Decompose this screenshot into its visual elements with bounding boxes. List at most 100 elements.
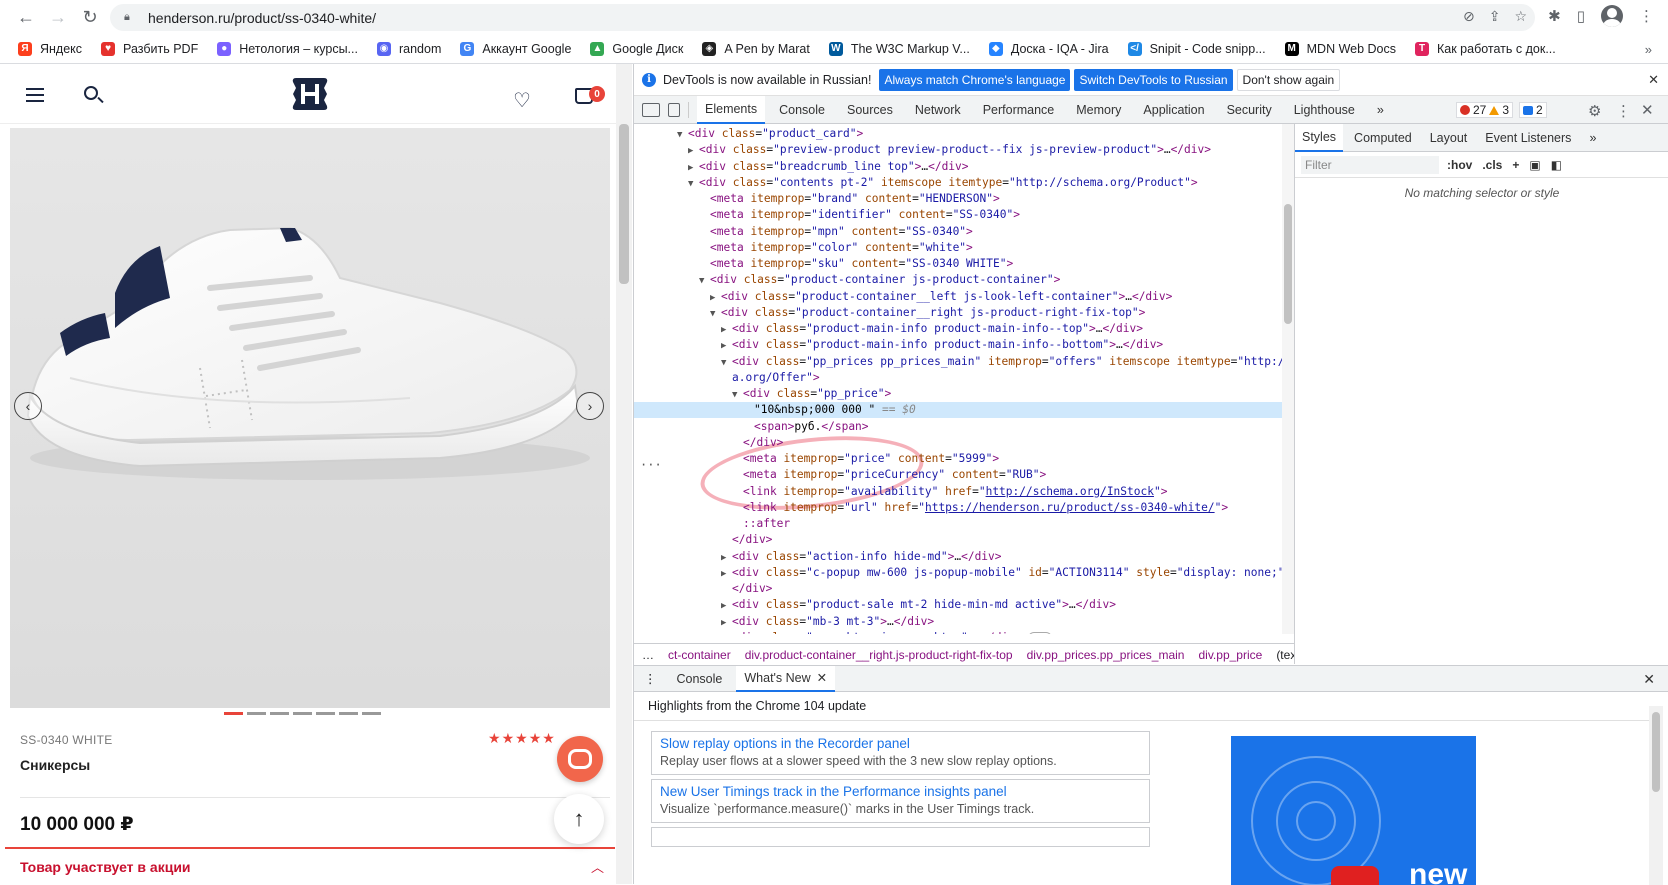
drawer-close-icon[interactable]: ✕ [1643, 671, 1655, 688]
expand-triangle-icon[interactable]: ▶ [721, 598, 732, 614]
bookmark-item[interactable]: ▲ Google Диск [590, 41, 683, 56]
gallery-dot[interactable] [339, 712, 358, 715]
dom-node[interactable]: ▼ <div class="product_card"> [634, 126, 1284, 142]
drawer-tab[interactable]: Console [669, 666, 731, 692]
share-icon[interactable]: ⇪ [1489, 8, 1501, 25]
dom-node[interactable]: <meta itemprop="sku" content="SS-0340 WH… [634, 256, 1284, 272]
whats-new-card[interactable]: Slow replay options in the Recorder pane… [651, 731, 1150, 775]
styles-tab-computed[interactable]: Computed [1347, 124, 1419, 152]
website-scrollbar-thumb[interactable] [619, 124, 629, 284]
new-style-rule-icon[interactable]: + [1512, 158, 1519, 172]
devtools-tab-elements[interactable]: Elements [697, 95, 766, 124]
collapse-triangle-icon[interactable]: ▼ [677, 127, 688, 143]
gallery-dot[interactable] [247, 712, 266, 715]
devtools-menu-icon[interactable]: ⋮ [1616, 102, 1631, 120]
bookmark-item[interactable]: Я Яндекс [18, 41, 82, 56]
collapse-triangle-icon[interactable]: ▼ [732, 387, 743, 403]
gallery-prev-arrow[interactable]: ‹ [14, 392, 42, 420]
styles-tab-layout[interactable]: Layout [1423, 124, 1475, 152]
dom-node[interactable]: ▼ <div class="pp_price"> [634, 386, 1284, 402]
whats-new-card[interactable] [651, 827, 1150, 847]
expand-triangle-icon[interactable]: ▶ [688, 160, 699, 176]
bookmark-item[interactable]: ◆ Доска - IQA - Jira [988, 41, 1109, 56]
collapse-triangle-icon[interactable]: ▼ [721, 355, 732, 371]
dom-node[interactable]: <meta itemprop="mpn" content="SS-0340"> [634, 224, 1284, 240]
dom-node[interactable]: </div> [634, 435, 1284, 451]
expand-triangle-icon[interactable]: ▶ [721, 322, 732, 338]
issue-counters[interactable]: 27 3 2 [1456, 102, 1547, 118]
gallery-dot[interactable] [224, 712, 243, 715]
dont-show-again-button[interactable]: Don't show again [1236, 68, 1341, 91]
inspect-element-icon[interactable] [642, 102, 660, 117]
bookmark-item[interactable]: M MDN Web Docs [1284, 41, 1396, 56]
extensions-icon[interactable]: ✱ [1548, 7, 1561, 25]
infobar-close-icon[interactable]: ✕ [1648, 72, 1659, 88]
breadcrumb-item[interactable]: div.pp_price [1198, 648, 1262, 662]
settings-gear-icon[interactable]: ⚙ [1588, 102, 1601, 120]
video-play-icon[interactable] [1331, 866, 1379, 885]
dom-node[interactable]: ▶ <div class="breadcrumb_line top">…</div… [634, 159, 1284, 175]
styles-tab-event-listeners[interactable]: Event Listeners [1478, 124, 1578, 152]
bookmark-item[interactable]: W The W3C Markup V... [828, 41, 970, 56]
dom-node[interactable]: <span>руб.</span> [634, 419, 1284, 435]
gallery-dot[interactable] [316, 712, 335, 715]
breadcrumb-item[interactable]: ct-container [668, 648, 731, 662]
blocked-icon[interactable]: ⊘ [1463, 8, 1475, 25]
dom-node[interactable]: ▶ <div class="action-info hide-md">…</div… [634, 549, 1284, 565]
computed-sidebar-icon[interactable]: ◧ [1551, 158, 1562, 172]
card-title-link[interactable]: Slow replay options in the Recorder pane… [660, 736, 1141, 751]
dom-node-selected[interactable]: "10&nbsp;000 000 " == $0 [634, 402, 1284, 419]
match-language-button[interactable]: Always match Chrome's language [879, 68, 1071, 91]
dom-node[interactable]: </div> [634, 532, 1284, 548]
errors-warnings-counter[interactable]: 27 3 [1456, 102, 1514, 118]
styles-filter-input[interactable]: Filter [1301, 155, 1439, 174]
website-scrollbar[interactable] [616, 64, 632, 884]
collapse-triangle-icon[interactable]: ▼ [688, 176, 699, 192]
chat-button[interactable] [557, 736, 603, 782]
bookmark-star-icon[interactable]: ☆ [1514, 8, 1527, 25]
dom-node[interactable]: <meta itemprop="identifier" content="SS-… [634, 207, 1284, 223]
menu-icon[interactable]: ⋮ [1639, 7, 1654, 25]
gallery-dot[interactable] [270, 712, 289, 715]
styles-tab-styles[interactable]: Styles [1295, 123, 1344, 152]
address-bar[interactable]: 🔒︎ henderson.ru/product/ss-0340-white/ ⊘… [110, 4, 1535, 31]
dom-node[interactable]: <meta itemprop="brand" content="HENDERSO… [634, 191, 1284, 207]
dom-node[interactable]: ▶ <div class="product-sale mt-2 hide-min-… [634, 597, 1284, 613]
scroll-to-top-button[interactable]: ↑ [554, 794, 604, 844]
devtools-tab-sources[interactable]: Sources [839, 96, 901, 124]
search-icon[interactable] [84, 86, 98, 100]
dom-node[interactable]: ▶ <div class="product-container__left js-… [634, 289, 1284, 305]
dom-node[interactable]: <meta itemprop="priceCurrency" content="… [634, 467, 1284, 483]
dom-node[interactable]: a.org/Offer"> [634, 370, 1284, 386]
dom-node[interactable]: ▶ <div class="c-popup mw-600 js-popup-mob… [634, 565, 1294, 581]
card-title-link[interactable]: New User Timings track in the Performanc… [660, 784, 1141, 799]
dom-node[interactable]: ::after [634, 516, 1284, 532]
expand-triangle-icon[interactable]: ▶ [721, 631, 732, 635]
drawer-scrollbar-thumb[interactable] [1652, 712, 1660, 792]
collapse-triangle-icon[interactable]: ▼ [699, 273, 710, 289]
bookmark-item[interactable]: </ Snipit - Code snipp... [1127, 41, 1266, 56]
drawer-menu-icon[interactable]: ⋮ [644, 671, 657, 686]
dom-node[interactable]: <meta itemprop="price" content="5999"> [634, 451, 1284, 467]
gallery-dot[interactable] [362, 712, 381, 715]
devtools-tab-lighthouse[interactable]: Lighthouse [1286, 96, 1363, 124]
elements-scrollbar[interactable] [1282, 124, 1294, 634]
gallery-dot[interactable] [293, 712, 312, 715]
elements-scrollbar-thumb[interactable] [1284, 204, 1292, 324]
devtools-tab-security[interactable]: Security [1219, 96, 1280, 124]
dom-node[interactable]: ▼ <div class="pp_prices pp_prices_main" i… [634, 354, 1294, 371]
expand-triangle-icon[interactable]: ▶ [721, 550, 732, 566]
messages-counter[interactable]: 2 [1519, 102, 1547, 118]
forward-icon[interactable]: → [44, 3, 72, 31]
henderson-logo[interactable] [290, 74, 330, 114]
promo-toggle-label[interactable]: Товар участвует в акции [20, 859, 191, 875]
back-icon[interactable]: ← [12, 3, 40, 31]
dom-node[interactable]: ▶ <div class="mb-3 mt-3">…</div> [634, 614, 1284, 630]
switch-to-russian-button[interactable]: Switch DevTools to Russian [1074, 68, 1233, 91]
elements-dom-tree[interactable]: ··· ▼ <div class="product_card"> ▶ <div cla… [634, 124, 1294, 634]
dom-node[interactable]: <meta itemprop="color" content="white"> [634, 240, 1284, 256]
devtools-close-icon[interactable]: ✕ [1641, 101, 1654, 119]
device-toolbar-icon[interactable] [668, 102, 680, 117]
dom-node[interactable]: </div> [634, 581, 1284, 597]
profile-avatar[interactable] [1601, 5, 1623, 27]
